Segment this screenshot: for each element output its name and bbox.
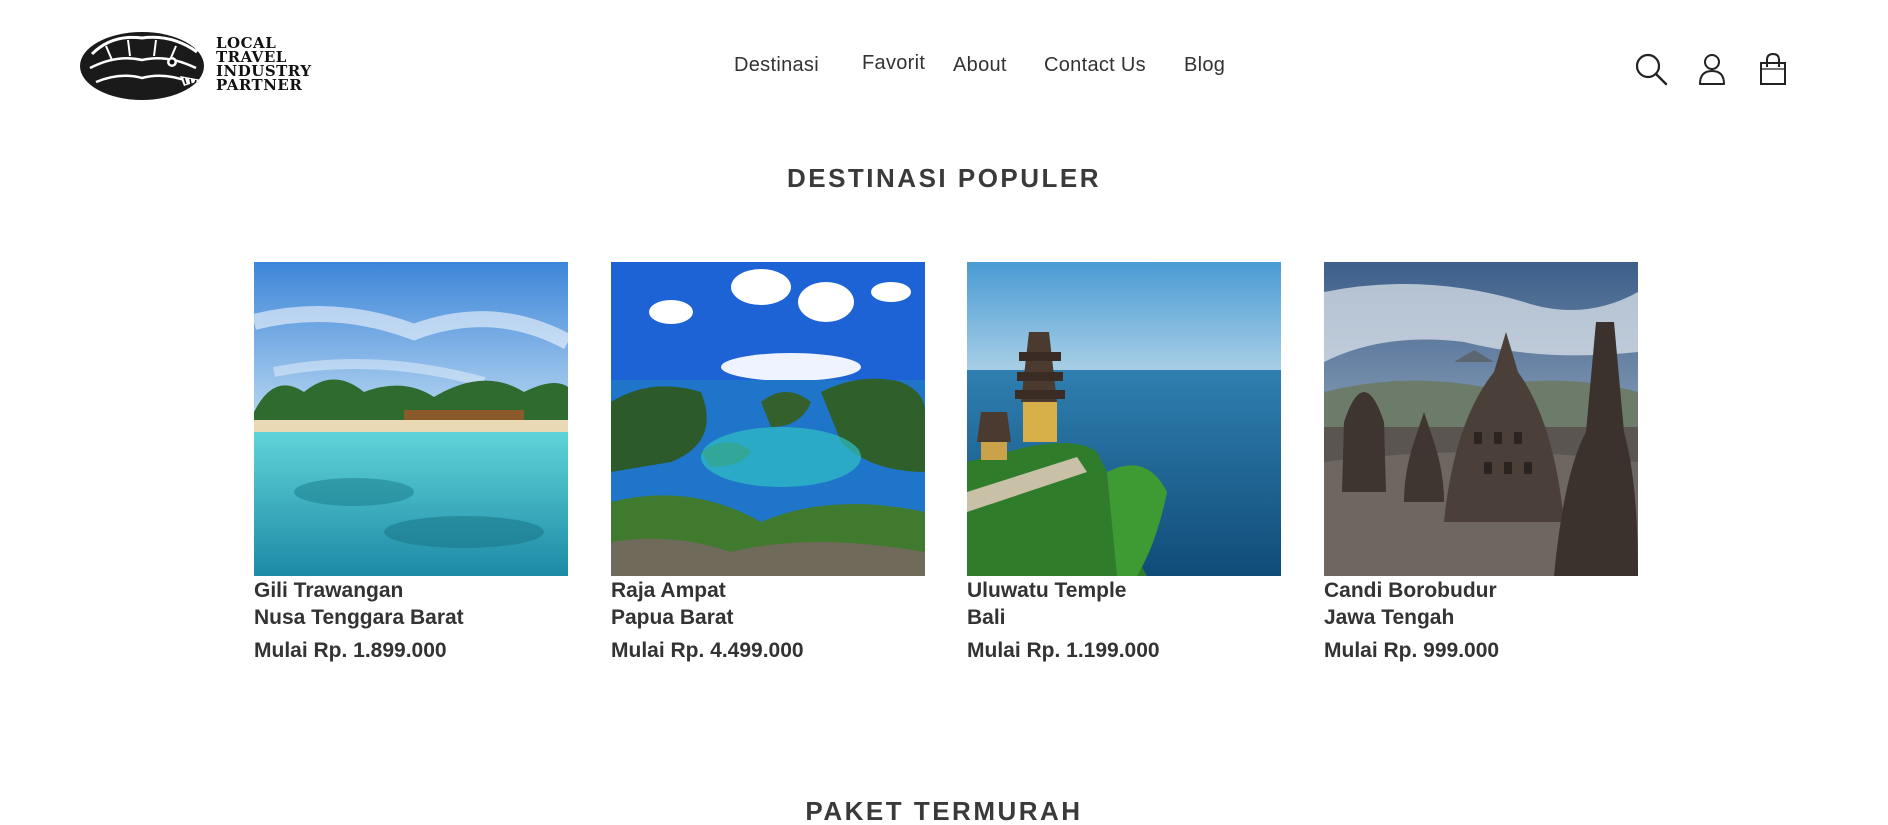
destination-region: Nusa Tenggara Barat xyxy=(254,606,464,629)
search-icon[interactable] xyxy=(1634,52,1668,86)
section-title-popular: DESTINASI POPULER xyxy=(786,163,1102,193)
destination-card[interactable]: Raja Ampat Papua Barat Mulai Rp. 4.499.0… xyxy=(611,262,925,663)
nav-destinasi[interactable]: Destinasi xyxy=(734,54,819,77)
destination-image-borobudur[interactable] xyxy=(1324,262,1638,576)
destination-card[interactable]: Uluwatu Temple Bali Mulai Rp. 1.199.000 xyxy=(967,262,1281,663)
destination-name: Candi Borobudur xyxy=(1324,579,1497,602)
destination-card[interactable]: Candi Borobudur Jawa Tengah Mulai Rp. 99… xyxy=(1324,262,1638,663)
destination-price: Mulai Rp. 999.000 xyxy=(1324,639,1500,662)
destination-price: Mulai Rp. 1.199.000 xyxy=(967,639,1160,662)
destination-image-uluwatu[interactable] xyxy=(967,262,1281,576)
section-title-cheapest: PAKET TERMURAH xyxy=(805,796,1083,825)
nav-blog[interactable]: Blog xyxy=(1184,54,1225,77)
destination-name: Uluwatu Temple xyxy=(967,579,1127,602)
destination-image-gili[interactable] xyxy=(254,262,568,576)
shopping-bag-icon[interactable] xyxy=(1756,52,1790,86)
site-logo[interactable]: LOCAL TRAVEL INDUSTRY PARTNER xyxy=(72,24,347,104)
destination-name: Raja Ampat xyxy=(611,579,726,602)
site-header: LOCAL TRAVEL INDUSTRY PARTNER Destinasi … xyxy=(0,0,1888,120)
destination-card[interactable]: Gili Trawangan Nusa Tenggara Barat Mulai… xyxy=(254,262,568,663)
destination-price: Mulai Rp. 1.899.000 xyxy=(254,639,447,662)
destination-region: Papua Barat xyxy=(611,606,734,629)
cliff-temple-image xyxy=(967,262,1281,576)
tiger-logo-icon xyxy=(80,32,204,100)
logo-text: LOCAL TRAVEL INDUSTRY PARTNER xyxy=(216,36,312,94)
destination-region: Bali xyxy=(967,606,1006,629)
nav-contact-us[interactable]: Contact Us xyxy=(1044,54,1146,77)
destination-price: Mulai Rp. 4.499.000 xyxy=(611,639,804,662)
islands-lagoon-image xyxy=(611,262,925,576)
destination-name: Gili Trawangan xyxy=(254,579,404,602)
destination-region: Jawa Tengah xyxy=(1324,606,1455,629)
nav-about[interactable]: About xyxy=(953,54,1007,77)
destination-image-raja-ampat[interactable] xyxy=(611,262,925,576)
stupa-temple-image xyxy=(1324,262,1638,576)
nav-favorit[interactable]: Favorit xyxy=(862,52,925,75)
logo-line-partner: PARTNER xyxy=(216,76,303,94)
beach-island-image xyxy=(254,262,568,576)
user-icon[interactable] xyxy=(1695,52,1729,86)
